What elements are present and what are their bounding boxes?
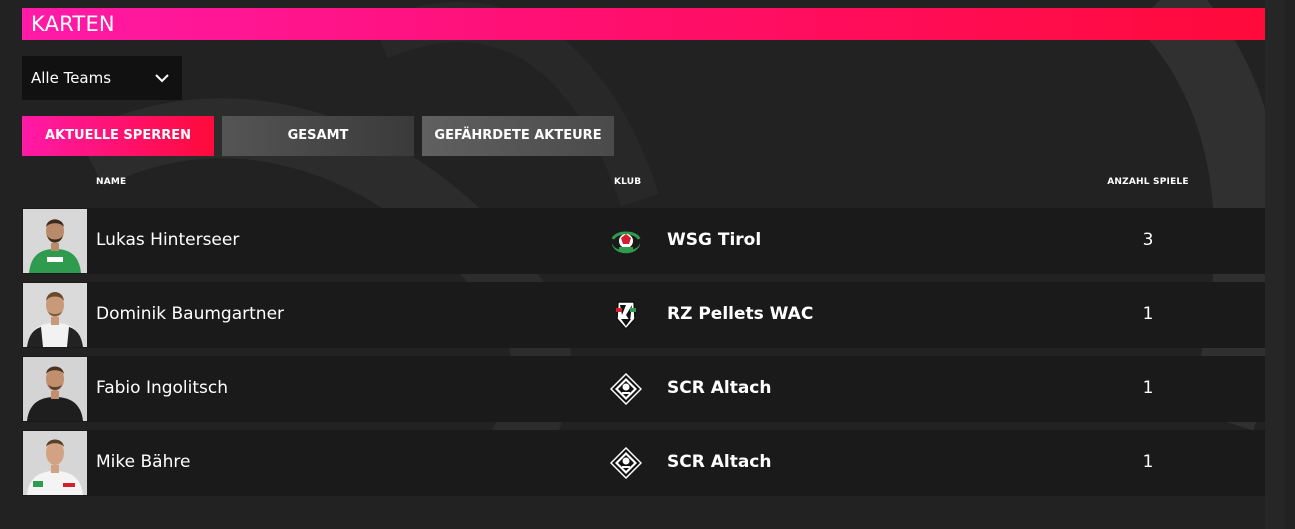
club-name[interactable]: SCR Altach [667,377,772,399]
player-name[interactable]: Fabio Ingolitsch [96,377,228,399]
table-row[interactable]: Fabio Ingolitsch SCR Altach 1 [22,356,1265,422]
club-name[interactable]: WSG Tirol [667,229,761,251]
player-photo [23,209,87,273]
column-header-games[interactable]: ANZAHL SPIELE [1100,176,1196,188]
player-name[interactable]: Mike Bähre [96,451,190,473]
column-header-club[interactable]: KLUB [614,176,641,188]
tab-gefaehrdete-akteure[interactable]: GEFÄHRDETE AKTEURE [422,116,614,156]
games-count: 3 [1142,230,1154,250]
scr-altach-crest-icon [610,373,642,405]
column-header-name[interactable]: NAME [96,176,126,188]
page-title: KARTEN [31,12,115,36]
tab-aktuelle-sperren[interactable]: AKTUELLE SPERREN [22,116,214,156]
player-name[interactable]: Dominik Baumgartner [96,303,284,325]
player-photo [23,357,87,421]
games-count: 1 [1142,304,1154,324]
table-row[interactable]: Lukas Hinterseer WSG Tirol 3 [22,208,1265,274]
wac-crest-icon [616,301,636,331]
player-photo [23,431,87,495]
games-count: 1 [1142,452,1154,472]
tab-gesamt[interactable]: GESAMT [222,116,414,156]
table-row[interactable]: Dominik Baumgartner RZ Pellets WAC 1 [22,282,1265,348]
games-count: 1 [1142,378,1154,398]
page-content: KARTEN Alle Teams AKTUELLE SPERREN GESAM… [0,0,1295,529]
team-filter-value: Alle Teams [31,69,112,87]
team-filter-select[interactable]: Alle Teams [22,56,182,100]
club-name[interactable]: SCR Altach [667,451,772,473]
player-name[interactable]: Lukas Hinterseer [96,229,239,251]
wsg-tirol-crest-icon [611,231,641,254]
player-photo [23,283,87,347]
table-row[interactable]: Mike Bähre SCR Altach 1 [22,430,1265,496]
club-name[interactable]: RZ Pellets WAC [667,303,813,325]
scr-altach-crest-icon [610,447,642,479]
chevron-down-icon [155,74,169,83]
section-header: KARTEN [22,8,1265,40]
